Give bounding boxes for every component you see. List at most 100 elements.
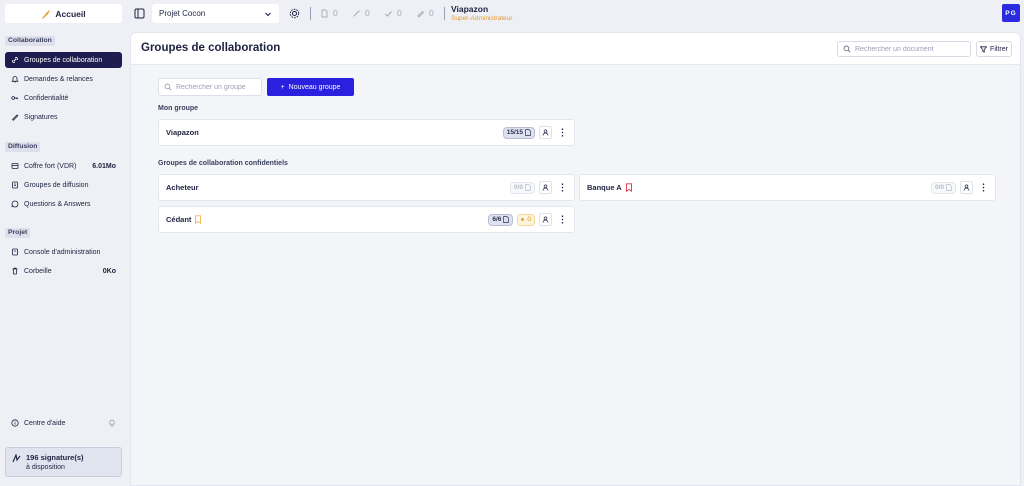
project-name: Projet Cocon (159, 9, 206, 18)
more-vertical-icon (561, 183, 563, 192)
group-card-acheteur[interactable]: Acheteur 0/0 (158, 174, 575, 201)
signatures-available: 196 signature(s) à disposition (5, 447, 122, 477)
documents-badge: 6/6 (488, 213, 514, 226)
signatures-count: 196 signature(s) (26, 453, 84, 462)
key-icon (11, 96, 19, 100)
group-card-viapazon[interactable]: Viapazon 15/15 (158, 119, 575, 146)
pen-icon (11, 114, 19, 121)
document-icon (525, 184, 531, 191)
more-vertical-icon (982, 183, 984, 192)
plus-icon: + (280, 83, 285, 91)
status-dot-icon (521, 218, 525, 221)
signature-icon (12, 454, 21, 463)
sidebar-item-groupes-diffusion[interactable]: Groupes de diffusion (5, 177, 122, 193)
search-icon (843, 45, 851, 53)
sidebar-toggle-icon[interactable] (134, 8, 145, 19)
home-button[interactable]: Accueil (5, 4, 122, 23)
section-title-diffusion: Diffusion (5, 142, 41, 152)
signatures-counter[interactable]: 0 (352, 8, 370, 18)
chat-icon (11, 200, 19, 208)
info-icon (11, 419, 19, 427)
members-button[interactable] (539, 213, 552, 226)
main-body: + Nouveau groupe Mon groupe Viapazon 15/… (131, 65, 1020, 485)
pending-badge: 0 (517, 213, 535, 226)
user-name: Viapazon (451, 4, 489, 14)
document-search-input[interactable] (855, 45, 965, 53)
more-options-button[interactable] (558, 126, 566, 139)
group-name: Viapazon (166, 128, 199, 137)
page-title: Groupes de collaboration (141, 42, 281, 54)
group-name: Cédant (166, 215, 202, 224)
group-name: Banque A (587, 183, 633, 192)
console-icon (12, 248, 18, 256)
section-title-collaboration: Collaboration (5, 36, 55, 46)
feather-icon (42, 9, 51, 19)
members-button[interactable] (539, 126, 552, 139)
help-center-link[interactable]: Centre d'aide (5, 415, 122, 431)
gear-icon[interactable] (289, 8, 300, 19)
sidebar-item-questions[interactable]: Questions & Answers (5, 196, 122, 212)
document-icon (503, 216, 510, 223)
avatar[interactable]: PG (1002, 4, 1020, 22)
check-icon (385, 10, 392, 17)
vault-icon (11, 163, 19, 169)
user-info: Viapazon Super-Administrateur (451, 4, 512, 22)
more-options-button[interactable] (979, 181, 987, 194)
user-icon (542, 216, 549, 223)
group-name: Acheteur (166, 183, 199, 192)
user-icon (542, 184, 549, 191)
filter-button[interactable]: Filtrer (976, 41, 1012, 57)
group-search-input[interactable] (176, 83, 256, 91)
document-icon (321, 9, 328, 17)
project-select[interactable]: Projet Cocon (152, 4, 279, 23)
more-vertical-icon (561, 128, 563, 137)
sidebar-item-coffre-fort[interactable]: Coffre fort (VDR) 6.01Mo (5, 158, 122, 174)
document-icon (525, 129, 531, 136)
user-icon (963, 184, 970, 191)
document-search[interactable] (837, 41, 971, 57)
top-bar: Accueil Projet Cocon 0 0 0 0 Viapazon Su… (0, 0, 1024, 28)
bookmark-icon (625, 183, 632, 192)
more-options-button[interactable] (558, 181, 566, 194)
filter-icon (980, 45, 988, 53)
sidebar-item-confidentialite[interactable]: Confidentialité (5, 90, 122, 106)
lightbulb-icon[interactable] (108, 419, 116, 427)
pen-icon (353, 9, 360, 17)
divider (444, 7, 445, 20)
annotations-counter[interactable]: 0 (416, 8, 434, 18)
more-options-button[interactable] (558, 213, 566, 226)
documents-badge: 0/0 (509, 181, 535, 194)
trash-size: 0Ko (102, 267, 116, 275)
user-role: Super-Administrateur (451, 15, 513, 22)
members-button[interactable] (539, 181, 552, 194)
user-icon (542, 129, 549, 136)
group-search[interactable] (158, 78, 262, 96)
sidebar-item-console[interactable]: Console d'administration (5, 244, 122, 260)
pencil-icon (417, 10, 425, 18)
sidebar-item-demandes[interactable]: Demandes & relances (5, 71, 122, 87)
documents-counter[interactable]: 0 (320, 8, 338, 18)
group-card-cedant[interactable]: Cédant 6/6 0 (158, 206, 575, 233)
link-icon (12, 57, 18, 63)
main-header: Groupes de collaboration Filtrer (131, 33, 1020, 65)
sidebar-item-corbeille[interactable]: Corbeille 0Ko (5, 263, 122, 279)
search-icon (164, 83, 172, 91)
more-vertical-icon (561, 215, 563, 224)
confidential-groups-title: Groupes de collaboration confidentiels (158, 160, 288, 167)
trash-icon (12, 267, 18, 275)
document-icon (946, 184, 952, 191)
home-label: Accueil (55, 8, 86, 19)
chevron-down-icon (265, 12, 271, 16)
group-card-banque-a[interactable]: Banque A 0/0 (579, 174, 996, 201)
section-title-projet: Projet (5, 228, 31, 238)
folder-icon (12, 181, 18, 189)
bell-icon (11, 76, 19, 83)
sidebar-item-signatures[interactable]: Signatures (5, 109, 122, 125)
sidebar-item-groupes-collaboration[interactable]: Groupes de collaboration (5, 52, 122, 68)
new-group-button[interactable]: + Nouveau groupe (267, 78, 354, 96)
validations-counter[interactable]: 0 (384, 8, 402, 18)
members-button[interactable] (960, 181, 973, 194)
my-group-title: Mon groupe (158, 105, 199, 112)
bookmark-icon (195, 215, 202, 224)
divider (310, 7, 311, 20)
